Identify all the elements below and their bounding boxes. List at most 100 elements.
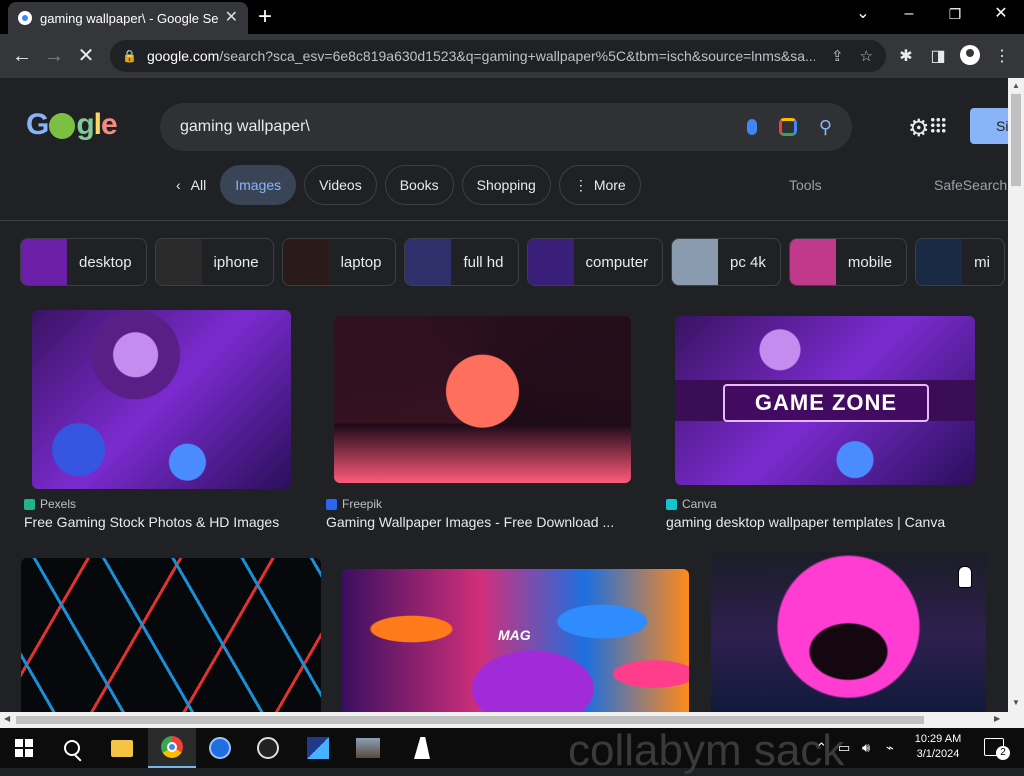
filter-thumbnail — [672, 239, 719, 285]
share-icon[interactable]: ⇪ — [831, 47, 844, 65]
filter-label: mobile — [847, 253, 893, 271]
refinement-chips: desktop iphone laptop full hd computer p… — [20, 238, 1005, 286]
back-button[interactable]: ← — [10, 44, 34, 68]
system-clock[interactable]: 10:29 AM 3/1/2024 — [902, 732, 974, 762]
file-explorer-button[interactable] — [98, 728, 146, 768]
tab-shopping[interactable]: Shopping — [461, 165, 551, 205]
tab-books[interactable]: Books — [384, 165, 454, 205]
game-zone-overlay-text: GAME ZONE — [723, 384, 929, 422]
settings-gear-icon[interactable]: ⚙ — [908, 114, 930, 143]
new-tab-button[interactable]: + — [258, 5, 272, 29]
result-caption[interactable]: gaming desktop wallpaper templates | Can… — [666, 514, 945, 530]
extensions-icon[interactable]: ✱ — [896, 46, 916, 66]
minimize-button[interactable]: – — [894, 4, 924, 24]
filter-label: iphone — [213, 253, 259, 271]
url-text[interactable]: google.com/search?sca_esv=6e8c819a630d15… — [147, 48, 815, 64]
close-window-button[interactable]: ✕ — [986, 4, 1016, 24]
filter-thumbnail — [527, 239, 574, 285]
filter-chip-iphone[interactable]: iphone — [154, 238, 274, 286]
google-favicon-icon — [18, 11, 32, 25]
vertical-scroll-thumb[interactable] — [1011, 94, 1021, 186]
mic-icon[interactable] — [746, 119, 757, 135]
filter-chip-computer[interactable]: computer — [526, 238, 664, 286]
taskbar-app-button[interactable] — [344, 728, 392, 768]
result-source[interactable]: Canva — [666, 497, 717, 511]
watermark-text: collabym sack — [568, 726, 845, 775]
result-source[interactable]: Pexels — [24, 497, 76, 511]
filter-chip-pc-4k[interactable]: pc 4k — [671, 238, 781, 286]
url-path: /search?sca_esv=6e8c819a630d1523&q=gamin… — [219, 48, 815, 64]
filter-label: laptop — [340, 253, 382, 271]
filter-chip-laptop[interactable]: laptop — [281, 238, 397, 286]
taskbar-search-button[interactable] — [48, 728, 96, 768]
tab-videos[interactable]: Videos — [304, 165, 377, 205]
windows-taskbar: collabym sack ⌃ ▭ 🔊︎ ⌁ 10:29 AM 3/1/2024… — [0, 726, 1024, 775]
source-name: Pexels — [40, 497, 77, 511]
filter-chip-mi[interactable]: mi — [915, 238, 1005, 286]
scroll-down-arrow-icon[interactable]: ▼ — [1008, 698, 1024, 707]
chrome-taskbar-button[interactable] — [148, 728, 196, 768]
obs-taskbar-button[interactable] — [244, 728, 292, 768]
search-input[interactable] — [180, 118, 747, 136]
sign-in-button[interactable]: Si — [970, 108, 1008, 144]
result-image[interactable] — [711, 552, 986, 712]
start-button[interactable] — [0, 728, 48, 768]
vertical-scrollbar[interactable]: ▲ ▼ — [1008, 78, 1024, 712]
tab-close-icon[interactable]: ✕ — [225, 10, 238, 26]
tab-images[interactable]: Images — [220, 165, 297, 205]
network-icon[interactable]: ▭ — [838, 740, 850, 756]
filter-chip-mobile[interactable]: mobile — [788, 238, 908, 286]
filter-chip-full-hd[interactable]: full hd — [404, 238, 519, 286]
profile-avatar[interactable] — [960, 45, 980, 65]
tab-all[interactable]: ‹ All — [170, 165, 212, 205]
bookmark-star-icon[interactable]: ☆ — [860, 47, 873, 65]
restore-button[interactable]: ❐ — [940, 4, 970, 24]
result-image[interactable]: MAG — [342, 569, 689, 712]
doodle-icon — [49, 113, 76, 140]
result-image[interactable]: GAME ZONE — [675, 316, 975, 485]
tab-title: gaming wallpaper\ - Google Search — [40, 10, 218, 26]
safesearch-button[interactable]: SafeSearch — [934, 177, 1007, 193]
apps-grid-icon[interactable] — [930, 117, 946, 133]
tab-more[interactable]: ⋮ More — [558, 165, 641, 205]
filter-thumbnail — [282, 239, 329, 285]
result-image[interactable] — [32, 310, 291, 489]
app-icon — [307, 737, 329, 759]
tab-strip: gaming wallpaper\ - Google Search ✕ + ⌄ … — [0, 0, 1024, 34]
side-panel-icon[interactable]: ◨ — [928, 46, 948, 66]
show-hidden-icons-chevron-icon[interactable]: ⌃ — [816, 740, 827, 756]
taskbar-app-button[interactable] — [294, 728, 342, 768]
google-logo[interactable]: Ggle — [26, 108, 118, 142]
menu-kebab-icon[interactable]: ⋮ — [992, 46, 1012, 66]
filter-label: mi — [974, 253, 990, 271]
filter-thumbnail — [405, 239, 452, 285]
result-image[interactable] — [334, 316, 631, 483]
tab-search-chevron-icon[interactable]: ⌄ — [848, 4, 878, 24]
photo-app-icon — [356, 738, 380, 758]
scroll-left-arrow-icon[interactable]: ◀ — [4, 714, 10, 723]
filter-thumbnail — [21, 239, 67, 285]
horizontal-scroll-thumb[interactable] — [16, 716, 924, 724]
scroll-up-arrow-icon[interactable]: ▲ — [1008, 81, 1024, 90]
taskbar-app-button[interactable] — [398, 728, 446, 768]
search-icon — [64, 740, 80, 756]
filter-thumbnail — [916, 239, 963, 285]
filter-chip-desktop[interactable]: desktop — [20, 238, 147, 286]
search-icon[interactable]: ⚲ — [819, 117, 832, 137]
tools-button[interactable]: Tools — [789, 177, 822, 193]
result-caption[interactable]: Gaming Wallpaper Images - Free Download … — [326, 514, 614, 530]
volume-icon[interactable]: 🔊︎ — [862, 740, 870, 756]
result-caption[interactable]: Free Gaming Stock Photos & HD Images — [24, 514, 279, 530]
result-source[interactable]: Freepik — [326, 497, 382, 511]
scroll-right-arrow-icon[interactable]: ▶ — [994, 714, 1000, 723]
wifi-off-icon[interactable]: ⌁ — [886, 740, 894, 756]
browser-tab[interactable]: gaming wallpaper\ - Google Search ✕ — [8, 2, 248, 34]
stop-loading-button[interactable]: ✕ — [74, 44, 98, 68]
taskbar-app-button[interactable] — [196, 728, 244, 768]
forward-button[interactable]: → — [42, 44, 66, 68]
header-divider — [0, 220, 1008, 221]
result-image[interactable] — [21, 558, 321, 712]
horizontal-scrollbar[interactable]: ◀ ▶ — [0, 712, 1024, 728]
address-bar[interactable]: 🔒 google.com/search?sca_esv=6e8c819a630d… — [110, 40, 886, 72]
lens-camera-icon[interactable] — [778, 118, 797, 136]
